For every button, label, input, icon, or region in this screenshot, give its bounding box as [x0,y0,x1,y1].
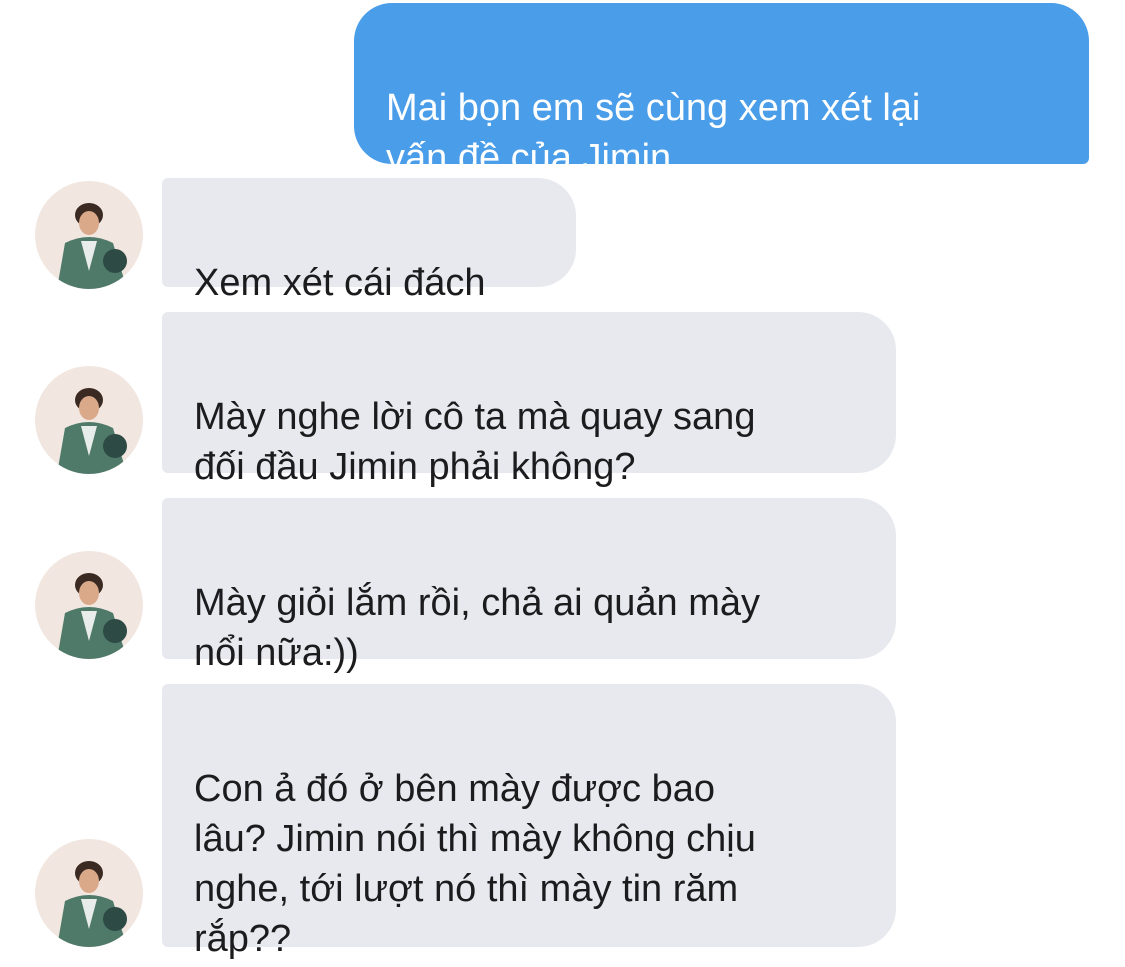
incoming-message-bubble[interactable]: Mày nghe lời cô ta mà quay sang đối đầu … [162,312,896,488]
message-text: Mai bọn em sẽ cùng xem xét lại vấn đề củ… [386,87,921,179]
incoming-message-bubble[interactable]: Con ả đó ở bên mày được bao lâu? Jimin n… [162,684,896,960]
message-text: Mày giỏi lắm rồi, chả ai quản mày nổi nữ… [194,582,761,674]
incoming-message-bubble[interactable]: Xem xét cái đách [162,178,576,304]
contact-avatar[interactable] [35,551,143,659]
message-text: Mày nghe lời cô ta mà quay sang đối đầu … [194,396,756,488]
incoming-message-bubble[interactable]: Mày giỏi lắm rồi, chả ai quản mày nổi nữ… [162,498,896,674]
outgoing-message-bubble[interactable]: Mai bọn em sẽ cùng xem xét lại vấn đề củ… [354,3,1089,179]
avatar-photo [35,551,143,659]
avatar-photo [35,839,143,947]
contact-avatar[interactable] [35,366,143,474]
contact-avatar[interactable] [35,839,143,947]
contact-avatar[interactable] [35,181,143,289]
message-text: Con ả đó ở bên mày được bao lâu? Jimin n… [194,768,756,960]
avatar-photo [35,181,143,289]
message-text: Xem xét cái đách [194,262,486,304]
avatar-photo [35,366,143,474]
